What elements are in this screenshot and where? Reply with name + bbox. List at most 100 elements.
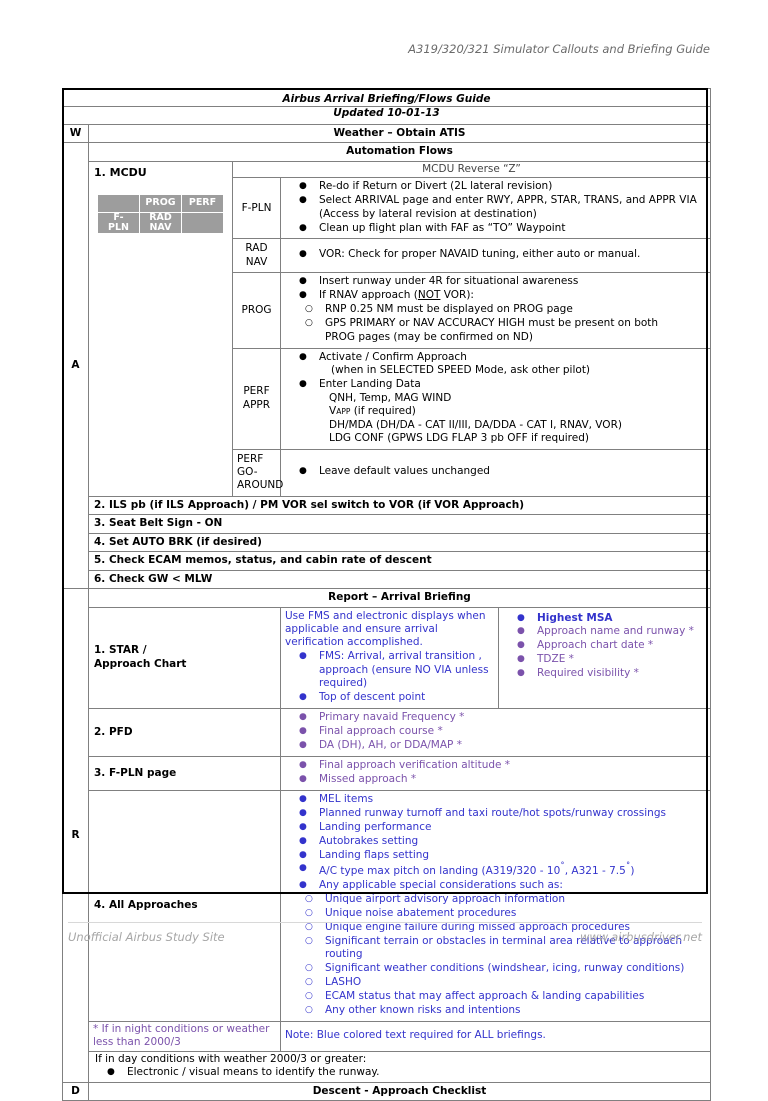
report-row-star: 1. STAR / Approach Chart Use FMS and elec… bbox=[63, 606, 711, 710]
fpln-bullet-list: ● Re-do if Return or Divert (2L lateral r… bbox=[285, 180, 706, 235]
day-note-bullet-list: ● Electronic / visual means to identify t… bbox=[93, 1066, 706, 1079]
report-label-all-approaches: 4. All Approaches bbox=[88, 789, 281, 1022]
automation-numbered-row-3: 3. Seat Belt Sign - ON bbox=[63, 514, 711, 534]
list-item: ● A/C type max pitch on landing (A319/320… bbox=[285, 862, 706, 878]
automation-step-2: 2. ILS pb (if ILS Approach) / PM VOR sel… bbox=[88, 495, 711, 516]
radnav-content: ● VOR: Check for proper NAVAID tuning, ei… bbox=[280, 238, 711, 274]
mcdu-caption-row: 1. MCDU PROG PERF F- PLN RAD NAV MCDU Re… bbox=[63, 160, 711, 497]
section-letter-report: R bbox=[62, 588, 89, 1083]
bullet-icon: ● bbox=[299, 195, 307, 206]
list-item: ○ LASHO bbox=[305, 975, 362, 988]
day-conditions-note: If in day conditions with weather 2000/3… bbox=[88, 1050, 711, 1084]
table-subtitle-row: Updated 10-01-13 bbox=[62, 106, 711, 125]
circle-bullet-icon: ○ bbox=[305, 963, 313, 973]
bullet-icon: ● bbox=[299, 651, 307, 662]
footer-right-url[interactable]: www.airbusdriver.net bbox=[580, 930, 702, 944]
circle-bullet-icon: ○ bbox=[305, 318, 313, 329]
list-item: ● Planned runway turnoff and taxi route/h… bbox=[299, 806, 666, 819]
list-item: ● Activate / Confirm Approach (when in SEL… bbox=[299, 350, 591, 376]
list-item: ● Enter Landing Data bbox=[299, 377, 421, 390]
weather-row: W Weather – Obtain ATIS bbox=[62, 123, 711, 144]
list-item: ● Required visibility * bbox=[517, 667, 639, 680]
bullet-icon: ● bbox=[299, 821, 307, 832]
footer-divider bbox=[68, 922, 702, 923]
list-item: ● Highest MSA bbox=[517, 611, 613, 624]
sublabel-fpln: F-PLN bbox=[232, 177, 281, 240]
list-item: ● Insert runway under 4R for situational … bbox=[299, 275, 579, 288]
circle-bullet-icon: ○ bbox=[305, 893, 313, 904]
star-left-content: Use FMS and electronic displays when app… bbox=[280, 606, 499, 710]
perf-appr-bullet-list: ● Activate / Confirm Approach (when in SEL… bbox=[285, 351, 706, 392]
document-page: A319/320/321 Simulator Callouts and Brie… bbox=[0, 0, 768, 1101]
bullet-icon: ● bbox=[299, 276, 307, 287]
all-approaches-content: ● MEL items ● Planned runway turnoff and t… bbox=[280, 789, 711, 1022]
footnote-night-conditions: * If in night conditions or weather less… bbox=[88, 1020, 281, 1052]
prog-bullet-list: ● Insert runway under 4R for situational … bbox=[285, 275, 706, 302]
list-item: ● FMS: Arrival, arrival transition , appr… bbox=[299, 650, 489, 690]
list-item: ○ Any other known risks and intentions bbox=[305, 1003, 521, 1016]
section-letter-weather: W bbox=[62, 123, 89, 144]
bullet-icon: ● bbox=[299, 249, 307, 260]
automation-numbered-row-2: 2. ILS pb (if ILS Approach) / PM VOR sel… bbox=[63, 495, 711, 516]
mcdu-key-fpln: F- PLN bbox=[97, 211, 140, 234]
bullet-icon: ● bbox=[299, 726, 307, 736]
mcdu-key-perf: PERF bbox=[181, 193, 224, 213]
mcdu-key-blank-1 bbox=[97, 193, 140, 213]
sublabel-perf-appr: PERF APPR bbox=[232, 347, 281, 450]
bullet-icon: ● bbox=[299, 739, 307, 750]
report-label-pfd: 2. PFD bbox=[88, 708, 281, 757]
list-item: ● Select ARRIVAL page and enter RWY, APPR… bbox=[299, 194, 697, 220]
automation-step-6: 6. Check GW < MLW bbox=[88, 569, 711, 590]
star-left-bullet-list: ● FMS: Arrival, arrival transition , appr… bbox=[285, 650, 494, 704]
automation-step-3: 3. Seat Belt Sign - ON bbox=[88, 514, 711, 534]
page-subtitle: Updated 10-01-13 bbox=[62, 106, 711, 125]
bullet-icon: ● bbox=[517, 612, 525, 623]
perf-go-around-bullet-list: ● Leave default values unchanged bbox=[285, 465, 706, 478]
report-label-fpln-page: 3. F-PLN page bbox=[88, 755, 281, 791]
mcdu-reverse-z-caption: MCDU Reverse “Z” bbox=[232, 160, 711, 179]
perf-appr-content: ● Activate / Confirm Approach (when in SEL… bbox=[280, 347, 711, 450]
automation-band-title: Automation Flows bbox=[88, 142, 711, 162]
report-band-title: Report – Arrival Briefing bbox=[88, 588, 711, 608]
list-item: ● Approach chart date * bbox=[517, 639, 654, 652]
list-item: ● Electronic / visual means to identify t… bbox=[107, 1066, 380, 1079]
arrival-briefing-table: Airbus Arrival Briefing/Flows Guide Upda… bbox=[62, 87, 711, 1101]
sublabel-radnav: RAD NAV bbox=[232, 238, 281, 274]
report-footnote-row: * If in night conditions or weather less… bbox=[63, 1020, 711, 1052]
automation-step-5: 5. Check ECAM memos, status, and cabin r… bbox=[88, 551, 711, 571]
mcdu-keypad-diagram: PROG PERF F- PLN RAD NAV bbox=[97, 193, 232, 234]
section-letter-descent: D bbox=[62, 1081, 89, 1101]
bullet-icon: ● bbox=[299, 712, 307, 723]
footer-left-text: Unofficial Airbus Study Site bbox=[68, 930, 225, 944]
star-right-content: ● Highest MSA ● Approach name and runway *… bbox=[498, 606, 711, 710]
prog-sub-bullet-list: ○ RNP 0.25 NM must be displayed on PROG p… bbox=[285, 303, 706, 344]
list-item: ○ Significant weather conditions (windshe… bbox=[305, 962, 685, 974]
perf-appr-line-dhmda: DH/MDA (DH/DA - CAT II/III, DA/DDA - CAT… bbox=[329, 418, 622, 431]
document-header-title: A319/320/321 Simulator Callouts and Brie… bbox=[408, 42, 710, 56]
pfd-content: ● Primary navaid Frequency * ● Final appro… bbox=[280, 708, 711, 757]
page-title: Airbus Arrival Briefing/Flows Guide bbox=[62, 87, 711, 108]
document-footer: Unofficial Airbus Study Site www.airbusd… bbox=[68, 930, 702, 944]
list-item: ○ RNP 0.25 NM must be displayed on PROG p… bbox=[305, 303, 573, 316]
list-item: ○ Unique airport advisory approach inform… bbox=[305, 892, 565, 905]
bullet-icon: ● bbox=[517, 640, 525, 651]
bullet-icon: ● bbox=[299, 378, 307, 389]
perf-go-around-content: ● Leave default values unchanged bbox=[280, 448, 711, 497]
list-item: ● Final approach course * bbox=[299, 725, 443, 737]
list-item: ● Any applicable special considerations s… bbox=[299, 878, 563, 891]
automation-numbered-row-4: 4. Set AUTO BRK (if desired) bbox=[63, 532, 711, 553]
star-right-bullet-list: ● Highest MSA ● Approach name and runway *… bbox=[503, 612, 706, 681]
mcdu-label: 1. MCDU bbox=[94, 165, 147, 179]
bullet-icon: ● bbox=[299, 692, 307, 703]
list-item: ● Leave default values unchanged bbox=[299, 465, 490, 478]
list-item: ● Landing flaps setting bbox=[299, 848, 430, 861]
list-item: ○ Unique noise abatement procedures bbox=[305, 906, 517, 919]
bullet-icon: ● bbox=[299, 181, 307, 192]
bullet-icon: ● bbox=[299, 290, 307, 301]
list-item: ● Missed approach * bbox=[299, 772, 417, 785]
bullet-icon: ● bbox=[517, 668, 525, 679]
weather-band-title: Weather – Obtain ATIS bbox=[88, 123, 711, 144]
max-pitch-text: A/C type max pitch on landing (A319/320 … bbox=[319, 862, 635, 877]
automation-numbered-row-5: 5. Check ECAM memos, status, and cabin r… bbox=[63, 551, 711, 571]
report-row-all-approaches: 4. All Approaches ● MEL items ● Planned ru… bbox=[63, 789, 711, 1022]
